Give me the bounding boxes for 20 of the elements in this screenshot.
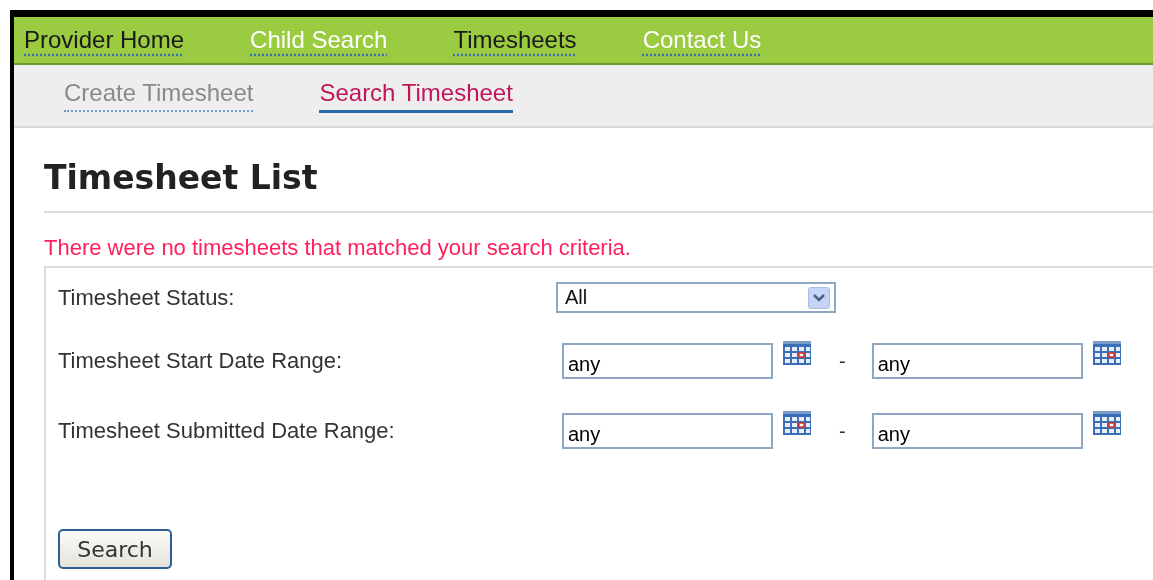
field-label: Timesheet Submitted Date Range: [58, 418, 396, 444]
calendar-icon[interactable] [782, 409, 812, 436]
error-message: There were no timesheets that matched your search criteria. [44, 235, 632, 262]
date-input-field[interactable]: any [871, 343, 1083, 379]
status-dropdown[interactable]: All [556, 282, 836, 313]
calendar-icon[interactable] [1091, 339, 1122, 366]
range-separator: - [839, 349, 846, 373]
page-title: Timesheet List [44, 128, 1153, 213]
range-separator: - [839, 419, 846, 443]
date-input-field[interactable]: any [871, 413, 1083, 449]
calendar-icon[interactable] [782, 339, 812, 366]
search-button[interactable]: Search [58, 529, 172, 569]
nav-link[interactable]: Provider Home [24, 26, 185, 54]
date-input-field[interactable]: any [562, 413, 773, 449]
field-label: Timesheet Status: [58, 284, 236, 311]
nav-link[interactable]: Timesheets [453, 26, 577, 54]
calendar-icon[interactable] [1091, 409, 1122, 436]
date-input-field[interactable]: any [562, 343, 773, 379]
field-label: Timesheet Start Date Range: [58, 348, 344, 374]
sub-tab[interactable]: Search Timesheet [319, 78, 513, 113]
